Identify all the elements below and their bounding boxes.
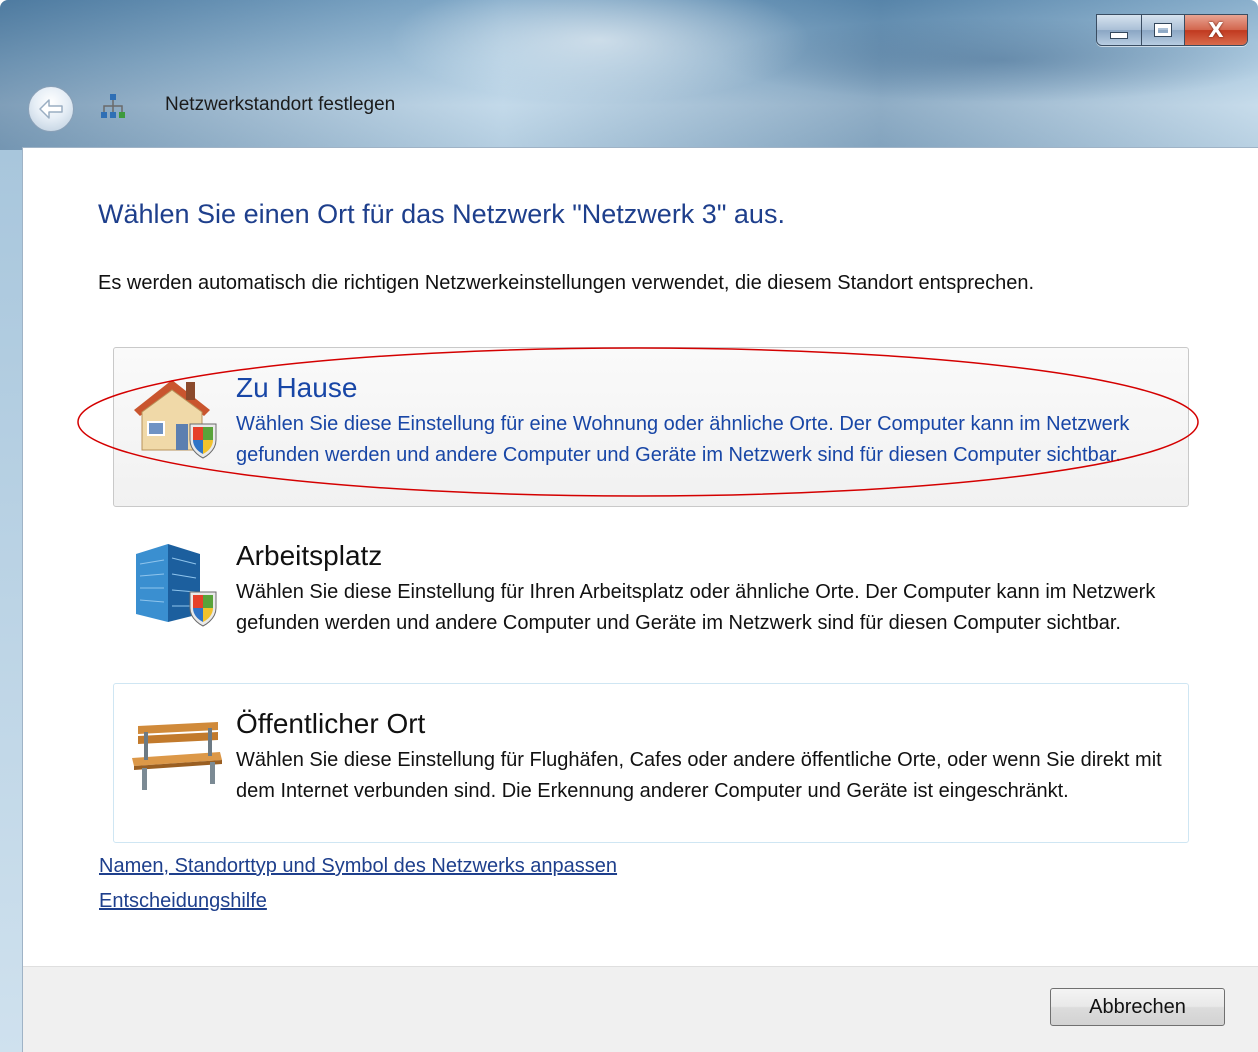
customize-network-link[interactable]: Namen, Standorttyp und Symbol des Netzwe… xyxy=(99,855,617,878)
caption-buttons: X xyxy=(1096,14,1248,46)
close-icon: X xyxy=(1208,18,1224,42)
page-description: Es werden automatisch die richtigen Netz… xyxy=(98,272,1035,294)
window-title: Netzwerkstandort festlegen xyxy=(165,94,396,115)
back-button[interactable] xyxy=(28,86,74,132)
option-title: Zu Hause xyxy=(236,372,358,403)
decision-help-link[interactable]: Entscheidungshilfe xyxy=(99,890,267,913)
option-work[interactable]: Arbeitsplatz Wählen Sie diese Einstellun… xyxy=(113,515,1189,675)
option-title: Arbeitsplatz xyxy=(236,540,383,571)
maximize-button[interactable] xyxy=(1142,15,1185,45)
option-description: Wählen Sie diese Einstellung für eine Wo… xyxy=(236,413,1130,466)
back-arrow-icon xyxy=(39,99,63,119)
option-home[interactable]: Zu Hause Wählen Sie diese Einstellung fü… xyxy=(113,347,1189,507)
dialog-window: X Netzwerkstandort festlegen Wählen Sie … xyxy=(0,0,1258,1052)
office-building-shield-icon xyxy=(136,544,217,627)
network-icon xyxy=(101,94,125,118)
page-heading: Wählen Sie einen Ort für das Netzwerk "N… xyxy=(98,199,785,229)
option-public[interactable]: Öffentlicher Ort Wählen Sie diese Einste… xyxy=(113,683,1189,843)
maximize-icon xyxy=(1154,23,1172,37)
close-button[interactable]: X xyxy=(1185,15,1247,45)
option-description: Wählen Sie diese Einstellung für Ihren A… xyxy=(236,581,1156,634)
option-description: Wählen Sie diese Einstellung für Flughäf… xyxy=(236,749,1162,802)
cancel-button[interactable]: Abbrechen xyxy=(1050,988,1225,1026)
park-bench-icon xyxy=(132,722,222,790)
option-title: Öffentlicher Ort xyxy=(236,708,426,739)
minimize-button[interactable] xyxy=(1097,15,1142,45)
dialog-footer: Abbrechen xyxy=(23,966,1258,1052)
house-shield-icon xyxy=(134,380,217,459)
window-frame-glass xyxy=(0,0,1258,150)
content-panel: Wählen Sie einen Ort für das Netzwerk "N… xyxy=(22,147,1258,1052)
minimize-icon xyxy=(1110,31,1128,39)
